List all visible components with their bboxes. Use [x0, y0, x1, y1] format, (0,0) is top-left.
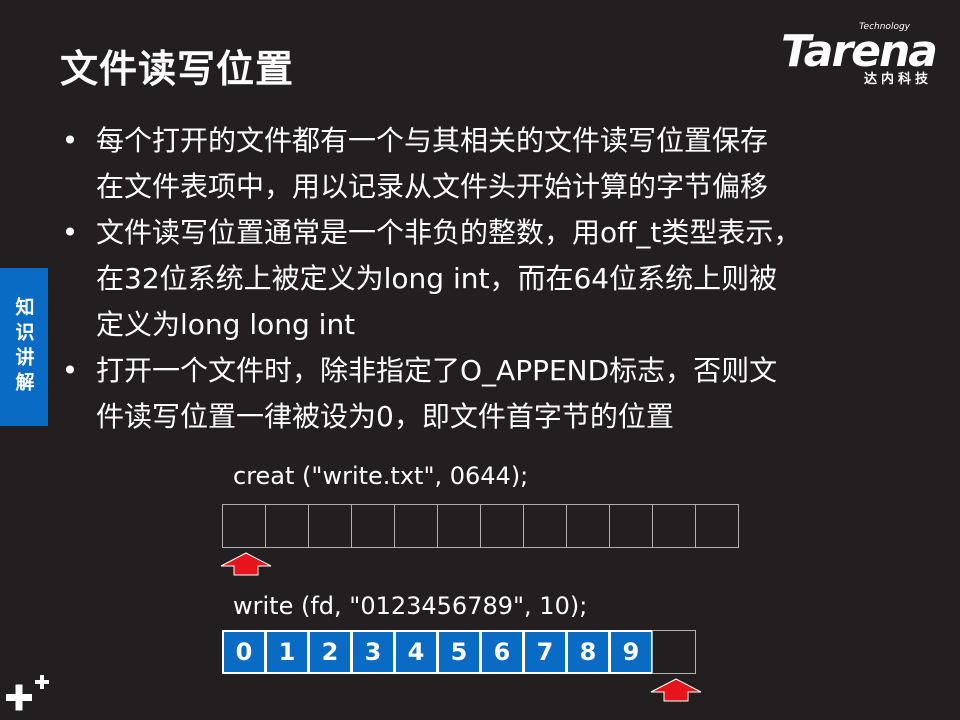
byte-cell: [566, 504, 610, 548]
page-title: 文件读写位置: [60, 47, 295, 91]
side-tab: 知识讲解: [0, 268, 48, 426]
file-pointer-arrow-icon: [220, 552, 271, 576]
bullet-item: • 每个打开的文件都有一个与其相关的文件读写位置保存 在文件表项中，用以记录从文…: [58, 118, 918, 210]
bullet-dot-icon: •: [61, 354, 79, 387]
bullet-line: 件读写位置一律被设为0，即文件首字节的位置: [96, 400, 674, 433]
byte-cell: [222, 504, 266, 548]
file-pointer-arrow-icon: [650, 678, 701, 702]
write-code-line: write (fd, "0123456789", 10);: [233, 592, 588, 620]
byte-cell: 6: [480, 630, 524, 674]
byte-cell: [695, 504, 739, 548]
bullet-line: 在文件表项中，用以记录从文件头开始计算的字节偏移: [96, 170, 769, 203]
file-bytes-written: 0123456789: [222, 630, 696, 674]
bullet-line: 在32位系统上被定义为long int，而在64位系统上则被: [96, 262, 778, 295]
logo-chinese: 达内科技: [863, 72, 932, 87]
byte-cell: 5: [437, 630, 481, 674]
byte-cell: 8: [566, 630, 610, 674]
bullet-line: 定义为long long int: [96, 308, 356, 341]
side-tab-label: 知识讲解: [12, 297, 35, 397]
creat-code-line: creat ("write.txt", 0644);: [233, 462, 529, 490]
bullet-item: • 文件读写位置通常是一个非负的整数，用off_t类型表示， 在32位系统上被定…: [58, 210, 918, 348]
byte-cell: 3: [351, 630, 395, 674]
byte-cell: [609, 504, 653, 548]
byte-cell: [351, 504, 395, 548]
byte-cell: [437, 504, 481, 548]
byte-cell: [394, 504, 438, 548]
byte-cell: 7: [523, 630, 567, 674]
bullet-dot-icon: •: [61, 216, 79, 249]
byte-cell: [480, 504, 524, 548]
byte-cell: [308, 504, 352, 548]
bullet-dot-icon: •: [61, 124, 79, 157]
tarena-logo: Technology Tarena 达内科技: [772, 22, 942, 87]
bullet-item: • 打开一个文件时，除非指定了O_APPEND标志，否则文 件读写位置一律被设为…: [58, 348, 918, 440]
bullet-line: 打开一个文件时，除非指定了O_APPEND标志，否则文: [96, 354, 778, 387]
byte-cell: 4: [394, 630, 438, 674]
bullet-line: 每个打开的文件都有一个与其相关的文件读写位置保存: [96, 124, 769, 157]
byte-cell: [652, 630, 696, 674]
byte-cell: 9: [609, 630, 653, 674]
file-bytes-empty: [222, 504, 739, 548]
byte-cell: [265, 504, 309, 548]
byte-cell: 1: [265, 630, 309, 674]
byte-cell: [652, 504, 696, 548]
byte-cell: 2: [308, 630, 352, 674]
byte-cell: [523, 504, 567, 548]
bullet-list: • 每个打开的文件都有一个与其相关的文件读写位置保存 在文件表项中，用以记录从文…: [58, 118, 918, 440]
plus-brand-icon: [6, 675, 49, 711]
byte-cell: 0: [222, 630, 266, 674]
bullet-line: 文件读写位置通常是一个非负的整数，用off_t类型表示，: [96, 216, 802, 249]
